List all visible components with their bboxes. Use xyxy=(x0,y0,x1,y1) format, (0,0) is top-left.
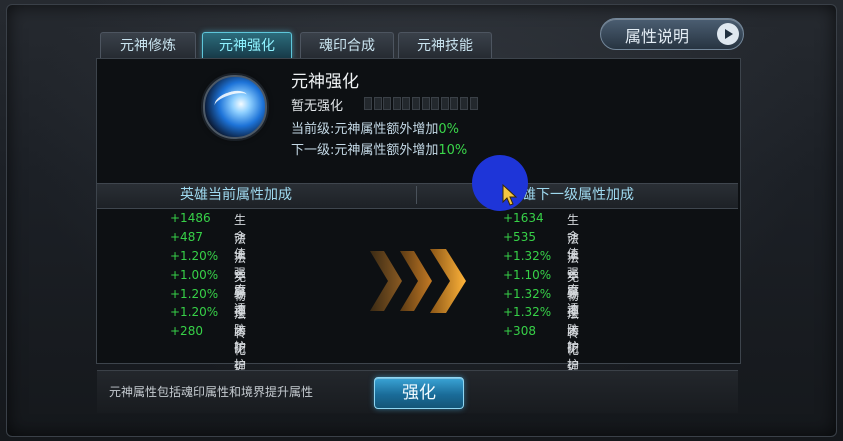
stat-value: +280 xyxy=(170,324,203,338)
progress-segment xyxy=(373,97,382,110)
play-arrow-icon xyxy=(717,23,739,45)
footer-note: 元神属性包括魂印属性和境界提升属性 xyxy=(109,385,314,399)
stat-value: +535 xyxy=(503,230,536,244)
attribute-help-button[interactable]: 属性说明 xyxy=(600,18,744,50)
next-level-text: 下一级:元神属性额外增加 xyxy=(291,143,439,158)
tab-seal-synthesis[interactable]: 魂印合成 xyxy=(300,32,394,59)
header-divider xyxy=(416,186,417,204)
tab-soul-training[interactable]: 元神修炼 xyxy=(100,32,196,59)
current-stats-header: 英雄当前属性加成 xyxy=(180,187,292,203)
current-level-line: 当前级:元神属性额外增加0% xyxy=(291,118,459,137)
stat-value: +1.20% xyxy=(170,287,219,301)
stat-value: +1.10% xyxy=(503,268,552,282)
panel-title: 元神强化 xyxy=(291,72,359,92)
next-level-line: 下一级:元神属性额外增加10% xyxy=(291,139,467,158)
progress-segment xyxy=(412,97,420,110)
attribute-help-label: 属性说明 xyxy=(625,27,690,46)
current-level-text: 当前级:元神属性额外增加 xyxy=(291,122,439,137)
upgrade-arrows-icon xyxy=(370,249,466,313)
enhance-progress-bar xyxy=(364,97,480,110)
stat-value: +1.32% xyxy=(503,305,552,319)
progress-segment xyxy=(469,97,478,110)
progress-segment xyxy=(421,97,430,110)
progress-segment xyxy=(431,97,440,110)
stat-value: +1.32% xyxy=(503,249,552,263)
progress-segment xyxy=(440,97,449,110)
tab-soul-enhance[interactable]: 元神强化 xyxy=(202,32,292,59)
click-indicator xyxy=(472,155,528,211)
progress-segment xyxy=(392,97,401,110)
stat-value: +487 xyxy=(170,230,203,244)
stat-value: +1634 xyxy=(503,211,544,225)
stat-value: +1.32% xyxy=(503,287,552,301)
enhance-button[interactable]: 强化 xyxy=(374,377,464,409)
mouse-pointer-icon xyxy=(502,184,518,206)
stat-value: +1.20% xyxy=(170,249,219,263)
progress-segment xyxy=(364,97,372,110)
stat-value: +1486 xyxy=(170,211,211,225)
tab-soul-skills[interactable]: 元神技能 xyxy=(398,32,492,59)
next-level-value: 10% xyxy=(438,143,468,158)
enhance-status: 暂无强化 xyxy=(291,99,344,114)
progress-segment xyxy=(450,97,459,110)
stat-value: +1.20% xyxy=(170,305,219,319)
progress-segment xyxy=(383,97,392,110)
stat-value: +1.00% xyxy=(170,268,219,282)
progress-segment xyxy=(460,97,468,110)
progress-segment xyxy=(402,97,411,110)
stat-value: +308 xyxy=(503,324,536,338)
current-level-value: 0% xyxy=(438,122,460,137)
